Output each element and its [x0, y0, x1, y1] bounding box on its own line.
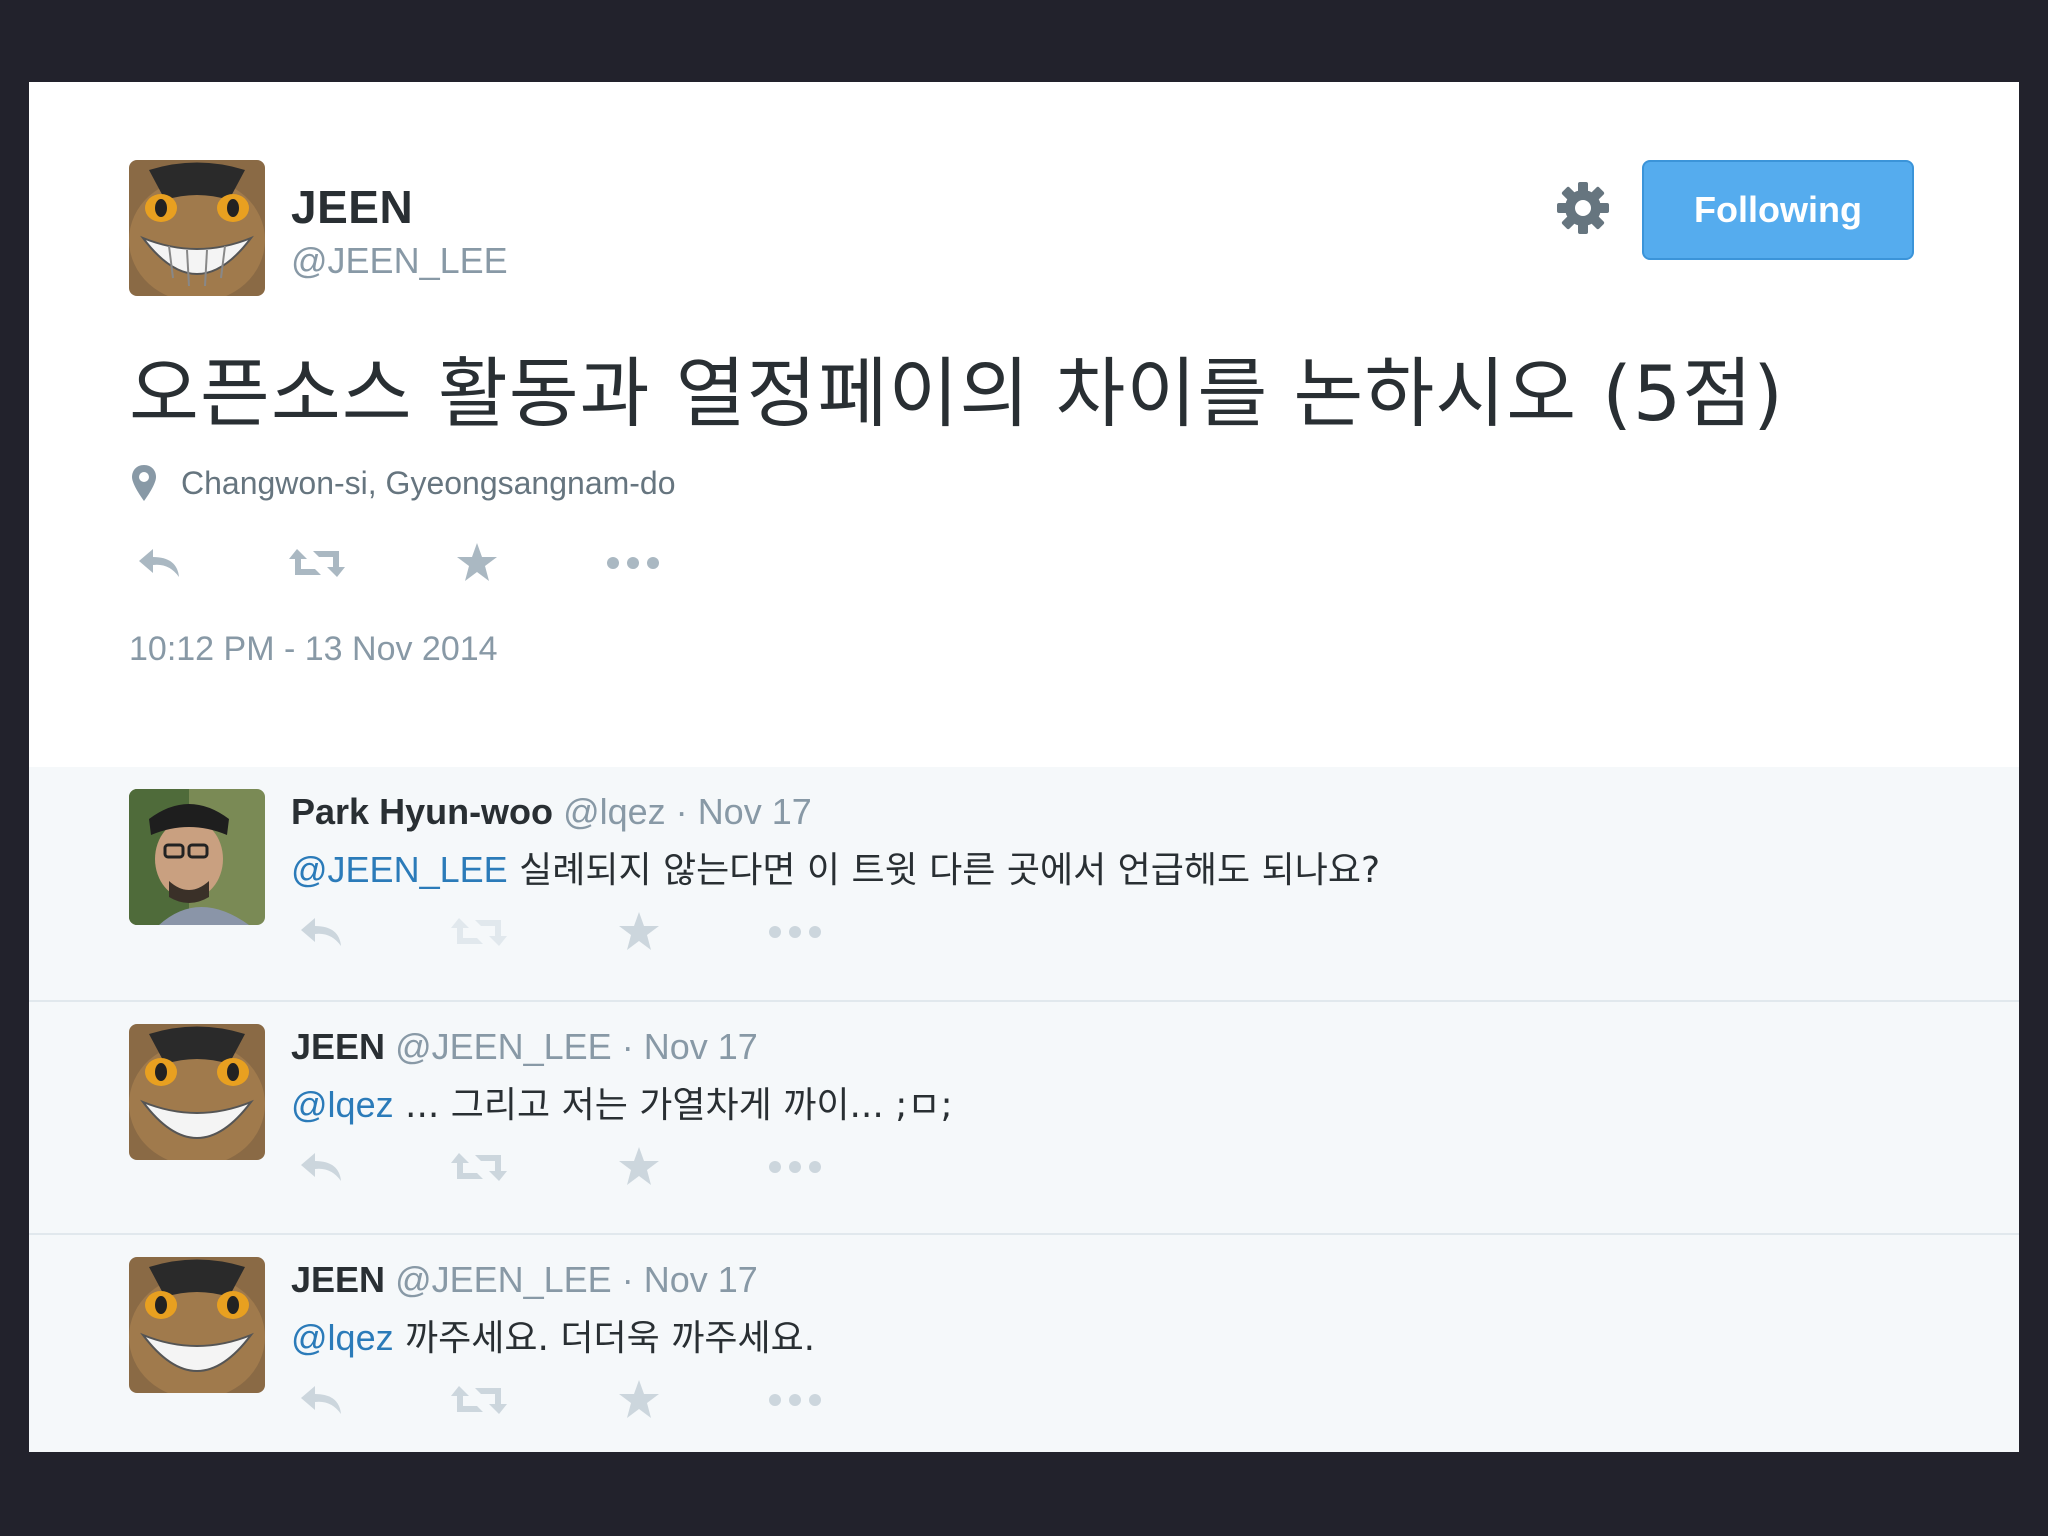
reply-icon[interactable]	[291, 907, 351, 957]
reply-mention[interactable]: @lqez	[291, 1317, 394, 1358]
reply-header: JEEN @JEEN_LEE · Nov 17	[291, 1026, 758, 1068]
more-icon[interactable]	[765, 1142, 825, 1192]
reply-item[interactable]: JEEN @JEEN_LEE · Nov 17 @lqez 까주세요. 더더욱 …	[29, 1233, 2019, 1452]
reply-body: 실례되지 않는다면 이 트윗 다른 곳에서 언급해도 되나요?	[507, 850, 1381, 891]
reply-actions	[291, 1142, 891, 1192]
reply-separator: ·	[621, 1259, 634, 1300]
reply-date[interactable]: Nov 17	[644, 1259, 758, 1300]
reply-item[interactable]: Park Hyun-woo @lqez · Nov 17 @JEEN_LEE 실…	[29, 767, 2019, 1000]
reply-item[interactable]: JEEN @JEEN_LEE · Nov 17 @lqez ... 그리고 저는…	[29, 1000, 2019, 1233]
retweet-icon[interactable]	[449, 907, 509, 957]
favorite-icon[interactable]	[609, 1375, 669, 1425]
location-text[interactable]: Changwon-si, Gyeongsangnam-do	[181, 465, 676, 502]
tweet-text: 오픈소스 활동과 열정페이의 차이를 논하시오 (5점)	[129, 349, 1784, 438]
retweet-icon[interactable]	[449, 1142, 509, 1192]
reply-text: @JEEN_LEE 실례되지 않는다면 이 트윗 다른 곳에서 언급해도 되나요…	[291, 841, 1380, 893]
reply-text: @lqez ... 그리고 저는 가열차게 까이... ;ㅁ;	[291, 1076, 953, 1128]
reply-avatar[interactable]	[129, 789, 265, 925]
location: Changwon-si, Gyeongsangnam-do	[129, 463, 676, 503]
retweet-icon[interactable]	[449, 1375, 509, 1425]
favorite-icon[interactable]	[609, 907, 669, 957]
more-icon[interactable]	[603, 538, 663, 588]
reply-author-name[interactable]: JEEN	[291, 1259, 385, 1300]
tweet-card: JEEN @JEEN_LEE Following 오픈소스 활동과 열정페이의 …	[29, 82, 2019, 1452]
reply-mention[interactable]: @lqez	[291, 1084, 394, 1125]
author-handle[interactable]: @JEEN_LEE	[291, 240, 508, 282]
reply-actions	[291, 1375, 891, 1425]
favorite-icon[interactable]	[447, 538, 507, 588]
main-tweet: JEEN @JEEN_LEE Following 오픈소스 활동과 열정페이의 …	[29, 82, 2019, 767]
author-avatar[interactable]	[129, 160, 265, 296]
reply-avatar[interactable]	[129, 1024, 265, 1160]
more-icon[interactable]	[765, 907, 825, 957]
replies-list: Park Hyun-woo @lqez · Nov 17 @JEEN_LEE 실…	[29, 767, 2019, 1452]
reply-text: @lqez 까주세요. 더더욱 까주세요.	[291, 1309, 815, 1361]
more-icon[interactable]	[765, 1375, 825, 1425]
reply-icon[interactable]	[291, 1142, 351, 1192]
reply-date[interactable]: Nov 17	[698, 791, 812, 832]
reply-actions	[291, 907, 891, 957]
reply-separator: ·	[675, 791, 688, 832]
retweet-icon[interactable]	[287, 538, 347, 588]
reply-avatar[interactable]	[129, 1257, 265, 1393]
reply-author-name[interactable]: JEEN	[291, 1026, 385, 1067]
reply-icon[interactable]	[129, 538, 189, 588]
reply-header: JEEN @JEEN_LEE · Nov 17	[291, 1259, 758, 1301]
reply-header: Park Hyun-woo @lqez · Nov 17	[291, 791, 812, 833]
reply-author-handle[interactable]: @JEEN_LEE	[395, 1259, 612, 1300]
gear-icon[interactable]	[1553, 178, 1613, 238]
reply-author-name[interactable]: Park Hyun-woo	[291, 791, 553, 832]
reply-icon[interactable]	[291, 1375, 351, 1425]
following-button[interactable]: Following	[1642, 160, 1914, 260]
reply-author-handle[interactable]: @JEEN_LEE	[395, 1026, 612, 1067]
location-pin-icon	[132, 465, 156, 501]
reply-mention[interactable]: @JEEN_LEE	[291, 849, 508, 890]
reply-body: 까주세요. 더더욱 까주세요.	[393, 1318, 816, 1359]
favorite-icon[interactable]	[609, 1142, 669, 1192]
reply-separator: ·	[621, 1026, 634, 1067]
tweet-timestamp[interactable]: 10:12 PM - 13 Nov 2014	[129, 630, 498, 669]
reply-author-handle[interactable]: @lqez	[563, 791, 666, 832]
reply-date[interactable]: Nov 17	[644, 1026, 758, 1067]
author-name[interactable]: JEEN	[291, 180, 413, 234]
reply-body: ... 그리고 저는 가열차게 까이... ;ㅁ;	[393, 1085, 953, 1126]
